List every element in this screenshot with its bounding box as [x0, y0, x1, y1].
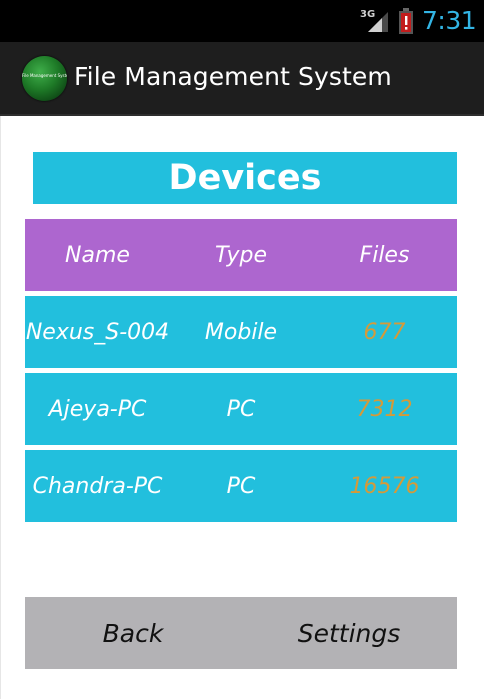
settings-button[interactable]: Settings: [241, 597, 457, 669]
device-type: PC: [226, 473, 256, 499]
devices-title: Devices: [33, 152, 457, 204]
device-files-count: 16576: [349, 473, 420, 499]
app-logo-icon[interactable]: File Management System: [22, 56, 67, 101]
device-name: Ajeya-PC: [48, 396, 147, 422]
app-title: File Management System: [74, 62, 392, 91]
action-bar: File Management System File Management S…: [0, 42, 484, 116]
app-screen: 3G 7:31 File Management System File Mana…: [0, 0, 484, 699]
table-header-row: Name Type Files: [25, 219, 457, 291]
battery-alert-icon: [399, 8, 413, 34]
table-row[interactable]: Nexus_S-004 Mobile 677: [25, 296, 457, 368]
column-header-name: Name: [65, 242, 130, 268]
signal-icon: [368, 12, 388, 32]
column-header-files: Files: [359, 242, 410, 268]
device-type: Mobile: [204, 319, 278, 345]
device-name: Chandra-PC: [32, 473, 163, 499]
status-clock: 7:31: [422, 6, 477, 35]
device-files-count: 677: [363, 319, 406, 345]
table-row[interactable]: Chandra-PC PC 16576: [25, 450, 457, 522]
left-edge-divider: [0, 116, 1, 699]
column-header-type: Type: [214, 242, 268, 268]
bottom-button-bar: Back Settings: [25, 597, 457, 669]
device-name: Nexus_S-004: [25, 319, 170, 345]
device-files-count: 7312: [356, 396, 413, 422]
device-type: PC: [226, 396, 256, 422]
app-logo-text: File Management System: [22, 73, 67, 78]
back-button[interactable]: Back: [25, 597, 241, 669]
status-bar: 3G 7:31: [0, 0, 484, 42]
table-row[interactable]: Ajeya-PC PC 7312: [25, 373, 457, 445]
